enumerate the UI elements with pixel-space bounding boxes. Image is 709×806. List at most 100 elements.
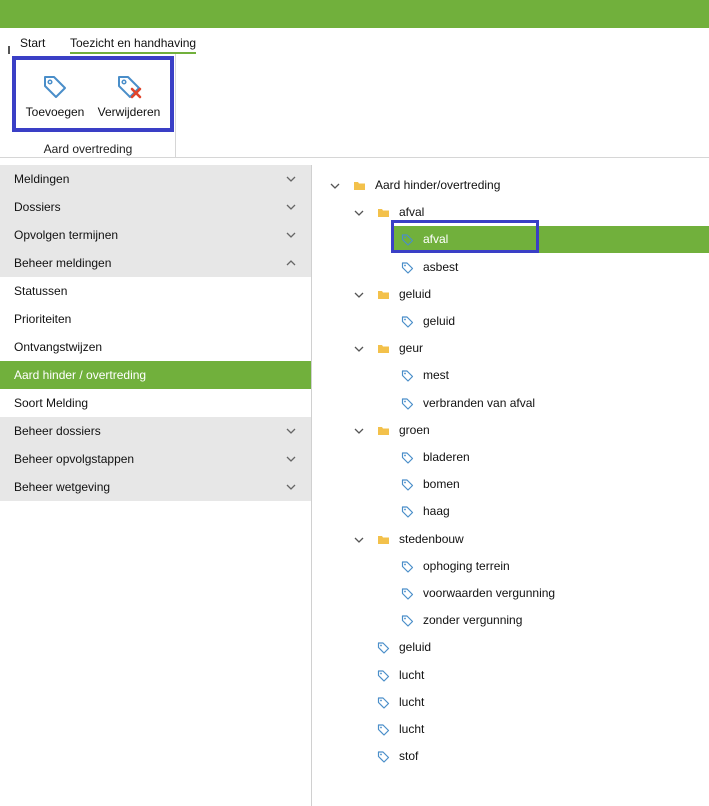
tree-item-stof[interactable]: stof [313,743,709,770]
tree-item-label: geluid [399,286,432,301]
folder-icon [378,209,389,218]
chevron-down-icon[interactable] [285,173,297,185]
tree-folder-stedenbouw[interactable]: stedenbouw [313,526,709,553]
sidebar-item-beheer-wetgeving[interactable]: Beheer wetgeving [0,473,311,501]
ribbon-group-aard-overtreding: Toevoegen Verwijderen Aard overtreding [0,54,176,158]
sidebar-item-label: Dossiers [14,200,61,214]
folder-icon [354,182,365,190]
tag-icon [401,615,414,627]
tree-item-verbranden-van-afval[interactable]: verbranden van afval [313,390,709,417]
tree-item-label: geluid [399,640,432,655]
tree-folder-geluid[interactable]: geluid [313,281,709,308]
tree-item-zonder-vergunning[interactable]: zonder vergunning [313,607,709,634]
tree-item-lucht[interactable]: lucht [313,662,709,689]
tree-item-label: lucht [399,694,425,709]
tag-icon [401,261,414,274]
tree-item-label: lucht [399,722,425,736]
sidebar-item-beheer-meldingen[interactable]: Beheer meldingen [0,249,311,277]
tree-item-asbest[interactable]: asbest [313,254,709,281]
tag-icon [401,452,414,464]
tree-item-label: afval [423,232,449,247]
sidebar-item-aard-hinder-overtreding[interactable]: Aard hinder / overtreding [0,361,311,389]
folder-icon [378,290,389,299]
tab-start[interactable]: Start [20,36,45,50]
tree-folder-afval[interactable]: afval [313,199,709,226]
tree-item-label: lucht [399,667,425,682]
tag-icon [377,642,390,654]
sidebar-item-label: Beheer meldingen [14,256,112,270]
chevron-down-icon[interactable] [285,201,297,213]
folder-icon [378,535,389,544]
tree-item-bladeren[interactable]: bladeren [313,444,709,471]
tree-item-label: stedenbouw [399,531,464,546]
tree-item-geluid[interactable]: geluid [313,634,709,661]
tree-item-bomen[interactable]: bomen [313,471,709,498]
tree-item-voorwaarden-vergunning[interactable]: voorwaarden vergunning [313,580,709,607]
sidebar-item-ontvangstwijzen[interactable]: Ontvangstwijzen [0,333,311,361]
sidebar-item-dossiers[interactable]: Dossiers [0,193,311,221]
ribbon-tabs: Start Toezicht en handhaving [0,28,709,54]
tree-item-label: zonder vergunning [423,613,523,628]
sidebar-item-label: Ontvangstwijzen [14,340,103,354]
chevron-down-icon[interactable] [285,425,297,437]
tag-icon [401,506,414,518]
highlight-box-ribbon-buttons [12,56,174,132]
tree-item-lucht[interactable]: lucht [313,689,709,716]
tag-icon [377,751,390,763]
sidebar-item-label: Prioriteiten [14,312,72,326]
chevron-down-icon[interactable] [353,343,365,355]
tree-item-haag[interactable]: haag [313,498,709,525]
tree-item-label: geluid [423,314,456,328]
title-bar [0,0,709,28]
sidebar-item-soort-melding[interactable]: Soort Melding [0,389,311,417]
tree-item-label: verbranden van afval [423,395,536,410]
tree-item-label: asbest [423,259,459,274]
ribbon-panel: Toevoegen Verwijderen Aard overtreding [0,54,709,158]
sidebar-item-label: Opvolgen termijnen [14,228,119,242]
folder-icon [378,426,389,435]
chevron-down-icon[interactable] [353,425,365,437]
sidebar: Meldingen Dossiers Opvolgen termijnen Behee… [0,165,312,806]
tag-icon [377,724,390,736]
tree-item-label: bomen [423,477,460,492]
tree-item-label: haag [423,504,450,519]
tag-icon [401,316,414,328]
tree-item-lucht[interactable]: lucht [313,716,709,743]
tree-item-afval[interactable]: afval [391,220,709,254]
sidebar-item-label: Beheer wetgeving [14,480,111,494]
tree-folder-groen[interactable]: groen [313,417,709,444]
sidebar-item-label: Aard hinder / overtreding [14,368,147,382]
tree-item-ophoging-terrein[interactable]: ophoging terrein [313,553,709,580]
chevron-down-icon[interactable] [285,481,297,493]
tree-item-label: geur [399,341,424,356]
tree-item-label: bladeren [423,450,470,464]
chevron-down-icon[interactable] [285,229,297,241]
chevron-down-icon[interactable] [353,534,365,546]
sidebar-item-beheer-opvolgstappen[interactable]: Beheer opvolgstappen [0,445,311,473]
sidebar-item-meldingen[interactable]: Meldingen [0,165,311,193]
tree-item-label: Aard hinder/overtreding [375,178,501,192]
tree-item-geluid[interactable]: geluid [313,308,709,335]
chevron-down-icon[interactable] [329,180,341,192]
tree-item-label: ophoging terrein [423,558,510,573]
chevron-down-icon[interactable] [353,207,365,219]
chevron-down-icon[interactable] [353,289,365,301]
tree-folder-aard-hinder-overtreding[interactable]: Aard hinder/overtreding [313,172,709,199]
tree-item-label: voorwaarden vergunning [423,586,556,600]
sidebar-item-label: Beheer opvolgstappen [14,452,135,466]
chevron-up-icon[interactable] [285,257,297,269]
sidebar-item-opvolgen-termijnen[interactable]: Opvolgen termijnen [0,221,311,249]
tag-icon [401,234,414,246]
sidebar-item-statussen[interactable]: Statussen [0,277,311,305]
tree-item-label: groen [399,422,430,437]
tree-item-mest[interactable]: mest [313,362,709,389]
tree-item-label: afval [399,205,425,220]
ribbon-group-label: Aard overtreding [43,142,133,156]
sidebar-item-beheer-dossiers[interactable]: Beheer dossiers [0,417,311,445]
tree-folder-geur[interactable]: geur [313,335,709,362]
category-tree: Aard hinder/overtreding afval afval asbest g… [313,165,709,806]
folder-icon [378,345,389,354]
tab-toezicht-en-handhaving[interactable]: Toezicht en handhaving [70,36,197,54]
chevron-down-icon[interactable] [285,453,297,465]
sidebar-item-prioriteiten[interactable]: Prioriteiten [0,305,311,333]
